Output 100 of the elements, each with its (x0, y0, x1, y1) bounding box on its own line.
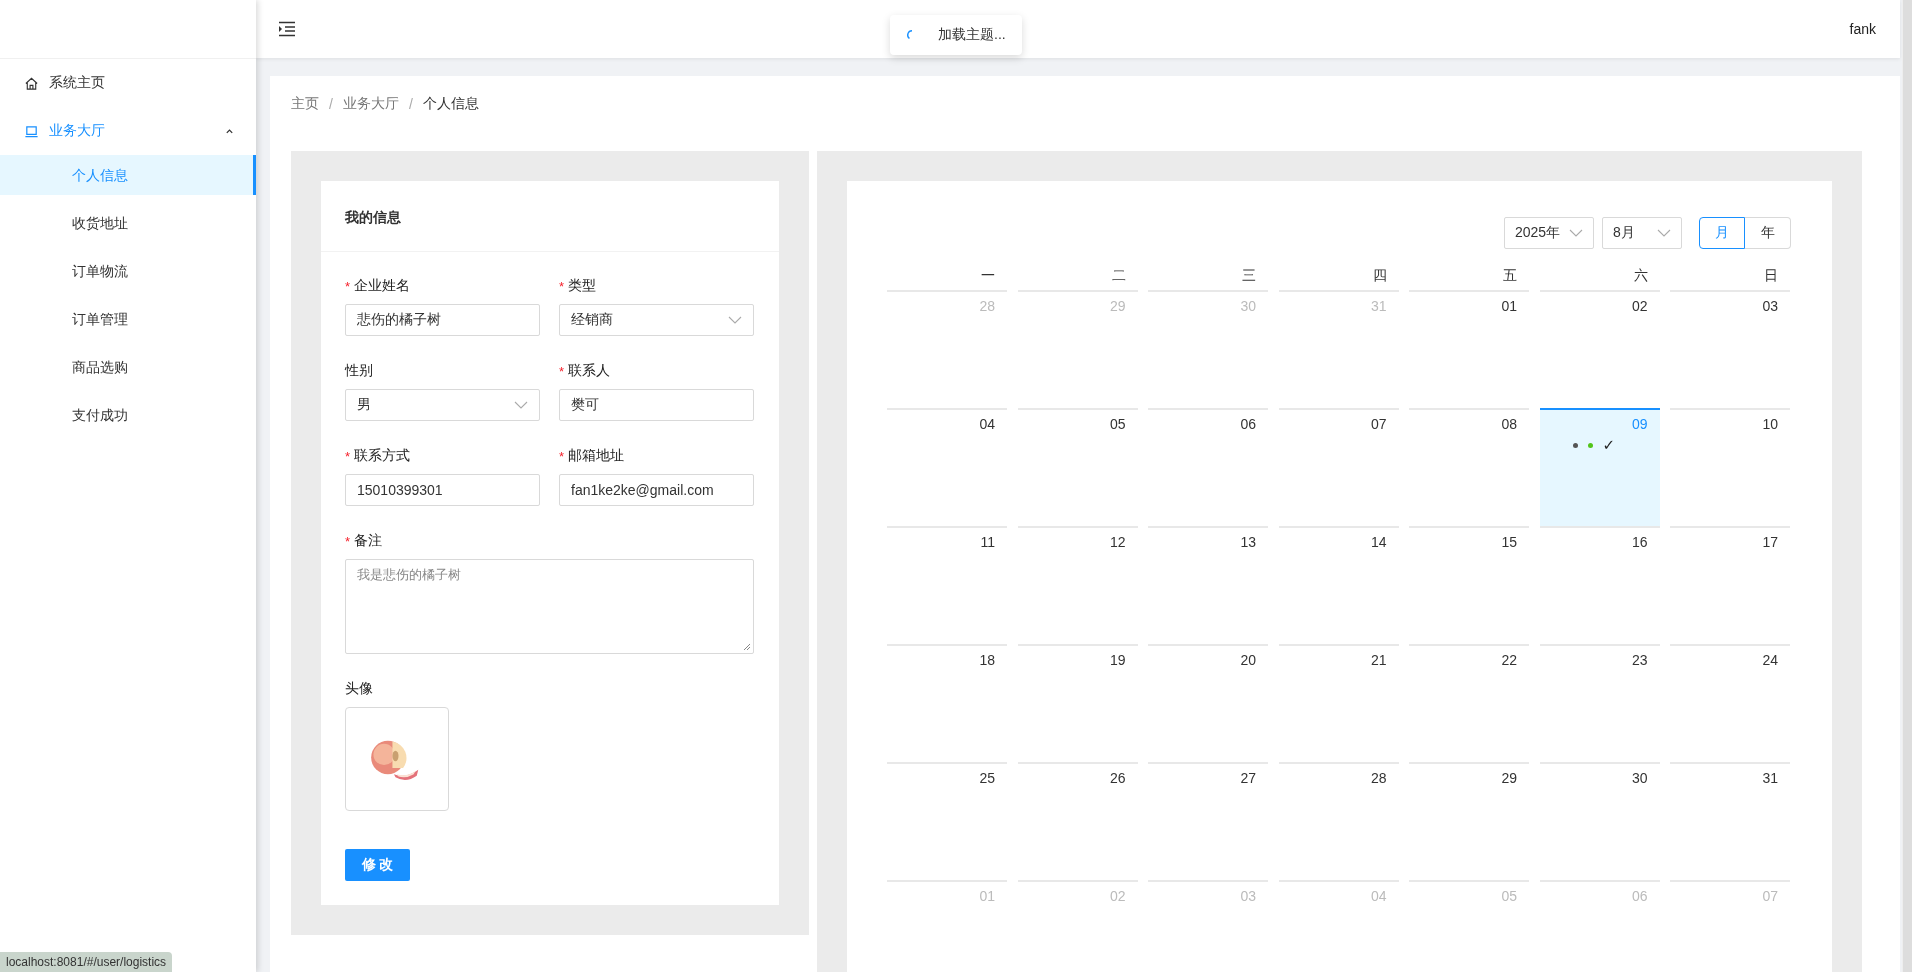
home-icon (24, 75, 39, 91)
calendar-day[interactable]: 12 (1017, 526, 1138, 644)
field-label: 性别 (345, 362, 373, 380)
input-field[interactable]: fan1ke2ke@gmail.com (559, 474, 754, 506)
view-mode-tab[interactable]: 年 (1745, 217, 1791, 249)
weekday-header: 五 (1502, 267, 1518, 285)
chevron-down-icon (514, 401, 528, 409)
calendar-day[interactable]: 18 (887, 644, 1007, 762)
day-number: 31 (1761, 770, 1778, 786)
calendar-day[interactable]: 25 (887, 762, 1007, 880)
day-number: 30 (1239, 298, 1256, 314)
sidebar-subitem[interactable]: 支付成功 (0, 395, 256, 435)
calendar-day[interactable]: 21 (1278, 644, 1399, 762)
day-number: 04 (1369, 888, 1387, 904)
day-number: 02 (1630, 298, 1648, 314)
calendar-day[interactable]: 15 (1409, 526, 1529, 644)
calendar-day[interactable]: 03 (1670, 290, 1790, 408)
calendar-day[interactable]: 14 (1278, 526, 1399, 644)
breadcrumb-link[interactable]: 业务大厅 (342, 95, 399, 113)
calendar-day[interactable]: 16 (1539, 526, 1660, 644)
sidebar-subitem[interactable]: 订单物流 (0, 251, 256, 291)
day-number: 15 (1500, 534, 1517, 550)
sidebar-subitem[interactable]: 收货地址 (0, 203, 256, 243)
calendar-day[interactable]: 08 (1409, 408, 1529, 526)
day-number: 05 (1108, 416, 1126, 432)
breadcrumb-link[interactable]: 主页 (291, 95, 319, 113)
day-number: 30 (1630, 770, 1648, 786)
resize-handle-icon[interactable] (743, 643, 751, 651)
calendar-day[interactable]: 19 (1017, 644, 1138, 762)
day-number: 17 (1761, 534, 1778, 550)
sidebar-subitem[interactable]: 商品选购 (0, 347, 256, 387)
sidebar-item[interactable]: 系统主页 (0, 59, 256, 107)
required-mark: * (345, 278, 351, 294)
calendar-day[interactable]: 24 (1670, 644, 1790, 762)
calendar-day[interactable]: 23 (1539, 644, 1660, 762)
day-number: 18 (978, 652, 995, 668)
calendar-day[interactable]: 28 (1278, 762, 1399, 880)
textarea-field[interactable]: 我是悲伤的橘子树 (345, 559, 754, 654)
laptop-icon (24, 123, 39, 139)
day-number: 05 (1500, 888, 1517, 904)
scrollbar[interactable] (1902, 0, 1912, 972)
input-field[interactable]: 悲伤的橘子树 (345, 304, 540, 336)
select-field[interactable]: 男 (345, 389, 540, 421)
menu-icon[interactable] (278, 21, 296, 37)
day-number: 28 (978, 298, 995, 314)
month-select[interactable]: 8月 (1602, 217, 1682, 249)
day-number: 31 (1369, 298, 1387, 314)
form-title: 我的信息 (321, 181, 779, 252)
calendar-day[interactable]: 22 (1409, 644, 1529, 762)
weekday-header: 三 (1241, 267, 1257, 285)
calendar-day[interactable]: 04 (887, 408, 1007, 526)
calendar-day[interactable]: 31 (1670, 762, 1790, 880)
calendar-day[interactable]: 30 (1539, 762, 1660, 880)
day-number: 19 (1108, 652, 1126, 668)
day-number: 26 (1108, 770, 1126, 786)
day-number: 25 (978, 770, 995, 786)
calendar-day[interactable]: 26 (1017, 762, 1138, 880)
sidebar-subitem[interactable]: 订单管理 (0, 299, 256, 339)
avatar-upload[interactable] (345, 707, 449, 811)
calendar-day[interactable]: 13 (1148, 526, 1268, 644)
calendar-day[interactable]: 06 (1148, 408, 1268, 526)
field-label: 联系人 (568, 362, 611, 380)
day-number: 09 (1630, 416, 1648, 432)
year-select[interactable]: 2025年 (1504, 217, 1594, 249)
day-number: 13 (1239, 534, 1256, 550)
input-field[interactable]: 樊可 (559, 389, 754, 421)
weekday-header: 日 (1763, 267, 1779, 285)
breadcrumb-separator: / (329, 96, 333, 112)
required-mark: * (345, 533, 351, 549)
calendar-day[interactable]: 09 ✓ (1539, 408, 1660, 526)
calendar-day[interactable]: 17 (1670, 526, 1790, 644)
calendar-day[interactable]: 10 (1670, 408, 1790, 526)
breadcrumb-current: 个人信息 (422, 95, 479, 113)
required-mark: * (559, 448, 565, 464)
field-label: 邮箱地址 (568, 447, 625, 465)
calendar-day[interactable]: 11 (887, 526, 1007, 644)
field-label: 联系方式 (354, 447, 411, 465)
day-number: 01 (978, 888, 995, 904)
weekday-header: 四 (1371, 267, 1388, 285)
input-field[interactable]: 15010399301 (345, 474, 540, 506)
status-bar-url: localhost:8081/#/user/logistics (0, 952, 173, 972)
day-number: 11 (979, 534, 995, 550)
day-number: 29 (1108, 298, 1126, 314)
calendar-day[interactable]: 01 (1409, 290, 1529, 408)
calendar-day[interactable]: 07 (1278, 408, 1399, 526)
calendar-day[interactable]: 27 (1148, 762, 1268, 880)
day-number: 10 (1761, 416, 1778, 432)
calendar-day[interactable]: 05 (1017, 408, 1138, 526)
calendar-day[interactable]: 29 (1409, 762, 1529, 880)
calendar-day[interactable]: 20 (1148, 644, 1268, 762)
day-number: 01 (1500, 298, 1517, 314)
day-number: 29 (1500, 770, 1517, 786)
toast-text: 加载主题... (938, 26, 1006, 44)
day-number: 21 (1369, 652, 1387, 668)
field-label: 备注 (354, 532, 383, 550)
required-mark: * (345, 448, 351, 464)
day-number: 27 (1239, 770, 1256, 786)
select-field[interactable]: 经销商 (559, 304, 754, 336)
user-name[interactable]: fank (1849, 21, 1876, 37)
day-number: 04 (978, 416, 995, 432)
